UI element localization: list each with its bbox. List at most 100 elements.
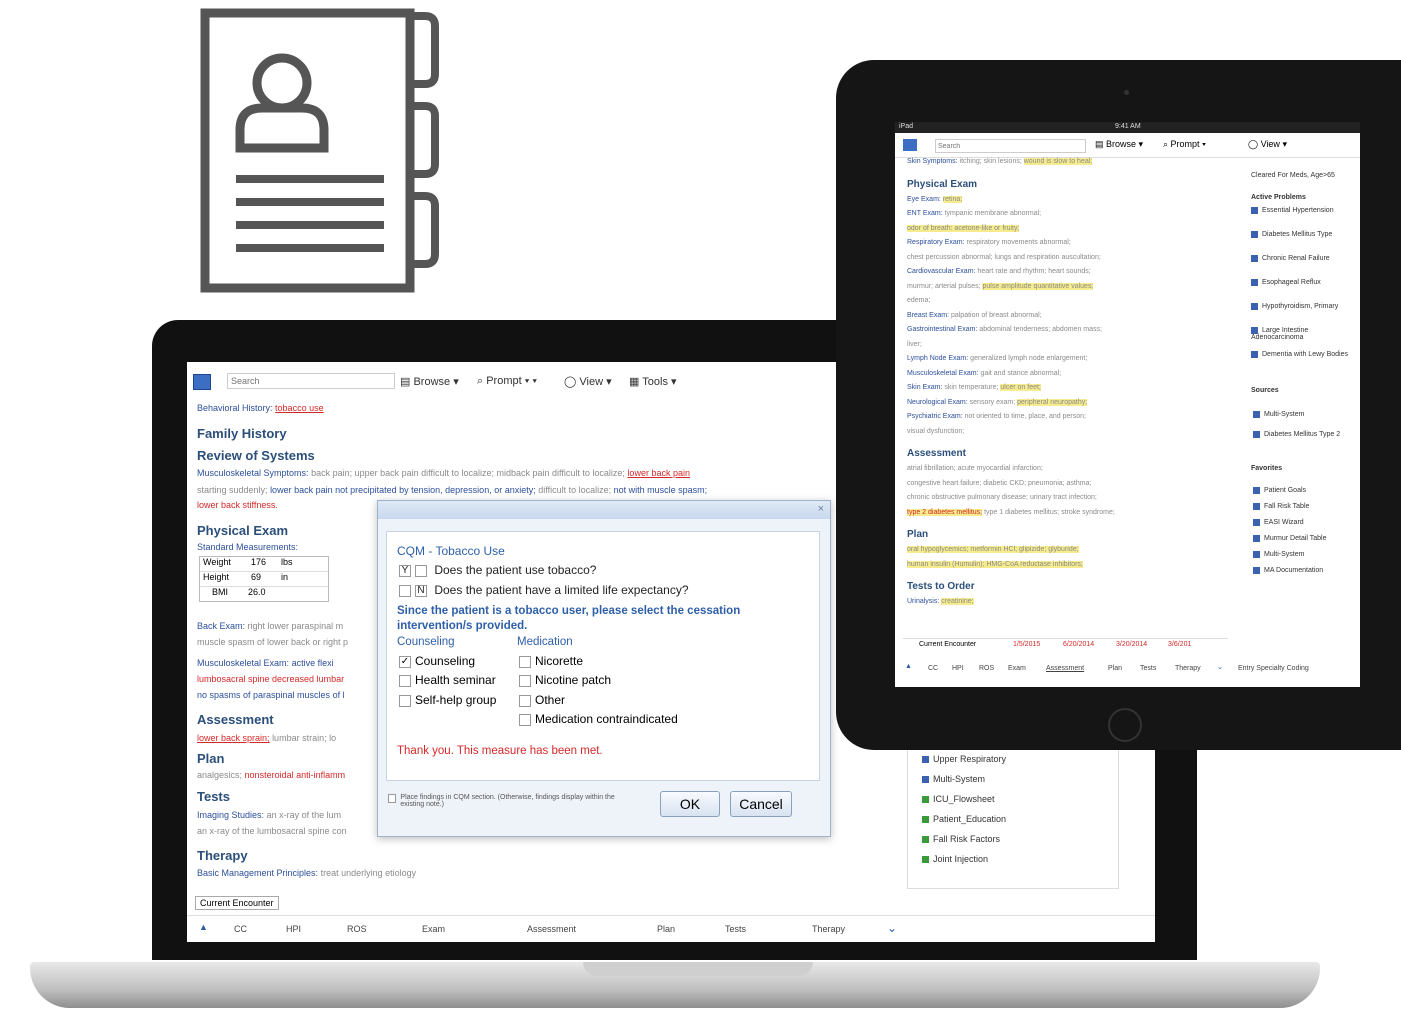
plan-gray[interactable]: analgesics; xyxy=(197,770,242,780)
physical-exam-heading[interactable]: Physical Exam xyxy=(197,523,288,538)
nicorette-option[interactable]: Nicorette xyxy=(519,654,583,668)
prompt-button[interactable]: ⌕ Prompt ▾ xyxy=(1163,139,1206,150)
highlighted-finding[interactable]: human insulin (Humulin); HMG-CoA reducta… xyxy=(907,560,1083,568)
finding-text[interactable]: gait and stance abnormal; xyxy=(981,370,1062,377)
checkbox[interactable] xyxy=(519,694,531,707)
favorite-item[interactable]: Murmur Detail Table xyxy=(1253,535,1353,542)
ros-heading[interactable]: Review of Systems xyxy=(197,448,315,463)
finding-text[interactable]: heart rate and rhythm; heart sounds; xyxy=(977,268,1090,275)
tab-tests[interactable]: Tests xyxy=(725,924,746,934)
chevron-down-icon[interactable]: ⌄ xyxy=(887,921,897,935)
tab-exam[interactable]: Exam xyxy=(1008,665,1026,672)
plan-red[interactable]: nonsteroidal anti-inflamm xyxy=(245,770,346,780)
tab-cc[interactable]: CC xyxy=(928,665,938,672)
tab-assessment[interactable]: Assessment xyxy=(527,924,576,934)
search-input[interactable] xyxy=(227,373,395,389)
finding-text[interactable]: murmur; arterial pulses; xyxy=(907,283,981,290)
tab-therapy[interactable]: Therapy xyxy=(1175,665,1201,672)
highlighted-finding[interactable]: oral hypoglycemics; metformin HCl; glipi… xyxy=(907,546,1079,553)
panel-item[interactable]: Fall Risk Factors xyxy=(922,834,1000,844)
favorite-item[interactable]: EASI Wizard xyxy=(1253,519,1353,526)
finding-text[interactable]: congestive heart failure; diabetic CKD; … xyxy=(907,480,1091,487)
highlighted-finding[interactable]: odor of breath: acetone-like or fruity; xyxy=(907,224,1020,232)
finding-text[interactable]: tympanic membrane abnormal; xyxy=(945,210,1042,217)
favorite-item[interactable]: MA Documentation xyxy=(1253,567,1353,574)
problem-item[interactable]: Chronic Renal Failure xyxy=(1251,255,1351,262)
checked-checkbox[interactable]: ✓ xyxy=(399,655,411,668)
tab-tests[interactable]: Tests xyxy=(1140,665,1156,672)
finding-text[interactable]: generalized lymph node enlargement; xyxy=(970,355,1087,362)
imaging-line2[interactable]: an x-ray of the lumbosacral spine con xyxy=(197,826,347,836)
yes-checkbox[interactable]: Y xyxy=(399,564,411,577)
tests-heading[interactable]: Tests xyxy=(197,789,230,804)
msk-exam-text[interactable]: active flexi xyxy=(292,658,334,668)
vital-value[interactable]: 69 xyxy=(251,572,281,586)
msk-line2-text[interactable]: starting suddenly; xyxy=(197,485,268,495)
health-seminar-option[interactable]: Health seminar xyxy=(399,673,496,687)
favorite-item[interactable]: Patient Goals xyxy=(1253,487,1353,494)
msk-line2-gray[interactable]: difficult to localize; xyxy=(538,485,611,495)
checkbox[interactable] xyxy=(399,694,411,707)
problem-item[interactable]: Esophageal Reflux xyxy=(1251,279,1351,286)
current-encounter-tab[interactable]: Current Encounter xyxy=(195,896,279,910)
no-checkbox[interactable] xyxy=(415,564,427,577)
assessment-gray[interactable]: lumbar strain; lo xyxy=(272,733,336,743)
basic-mgmt-text[interactable]: treat underlying etiology xyxy=(321,868,417,878)
encounter-date[interactable]: 6/20/2014 xyxy=(1063,641,1094,648)
heading-text[interactable]: Tests to Order xyxy=(907,581,975,592)
highlighted-finding[interactable]: pulse amplitude quantitative values; xyxy=(982,282,1094,290)
checkbox[interactable] xyxy=(519,713,531,726)
highlighted-finding[interactable]: retina; xyxy=(942,195,963,203)
heading-text[interactable]: Assessment xyxy=(907,448,966,459)
finding-text[interactable]: chronic obstructive pulmonary disease; u… xyxy=(907,494,1097,501)
encounter-date[interactable]: 3/20/2014 xyxy=(1116,641,1147,648)
tab-assessment[interactable]: Assessment xyxy=(1046,665,1084,672)
tab-plan[interactable]: Plan xyxy=(657,924,675,934)
msk-line2-link[interactable]: lower back pain not precipitated by tens… xyxy=(270,485,536,495)
highlighted-finding[interactable]: creatinine; xyxy=(941,598,974,605)
collapse-up-icon[interactable]: ▲ xyxy=(905,663,912,670)
view-button[interactable]: ◯ View ▾ xyxy=(1248,139,1287,150)
tab-exam[interactable]: Exam xyxy=(422,924,445,934)
problem-item[interactable]: Diabetes Mellitus Type xyxy=(1251,231,1351,238)
problem-item[interactable]: Essential Hypertension xyxy=(1251,207,1351,214)
tools-button[interactable]: ▦ Tools ▾ xyxy=(629,375,677,388)
finding-text[interactable]: itching; skin lesions; xyxy=(960,158,1022,165)
prompt-button[interactable]: ⌕ Prompt ▾ ▾ xyxy=(477,375,537,388)
yes-checkbox[interactable] xyxy=(399,584,411,597)
cancel-button[interactable]: Cancel xyxy=(730,791,792,817)
finding-text[interactable]: edema; xyxy=(907,297,930,304)
app-menu-icon[interactable] xyxy=(903,139,917,151)
tab-hpi[interactable]: HPI xyxy=(952,665,964,672)
favorite-item[interactable]: Fall Risk Table xyxy=(1253,503,1353,510)
back-exam-text[interactable]: right lower paraspinal m xyxy=(248,621,344,631)
contraindicated-option[interactable]: Medication contraindicated xyxy=(519,712,678,726)
self-help-option[interactable]: Self-help group xyxy=(399,693,496,707)
problem-item[interactable]: Dementia with Lewy Bodies xyxy=(1251,351,1351,358)
plan-heading[interactable]: Plan xyxy=(197,751,224,766)
finding-text[interactable]: atrial fibrillation; acute myocardial in… xyxy=(907,465,1043,472)
encounter-date[interactable]: 3/6/201 xyxy=(1168,641,1191,648)
ok-button[interactable]: OK xyxy=(660,791,720,817)
back-exam-line2[interactable]: muscle spasm of lower back or right p xyxy=(197,637,348,647)
checkbox[interactable] xyxy=(399,674,411,687)
finding-text[interactable]: not oriented to time, place, and person; xyxy=(965,413,1086,420)
tab-cc[interactable]: CC xyxy=(234,924,247,934)
encounter-date[interactable]: 1/5/2015 xyxy=(1013,641,1040,648)
home-button[interactable] xyxy=(1108,708,1142,742)
checkbox[interactable] xyxy=(519,655,531,668)
finding-text[interactable]: type 1 diabetes mellitus; stroke syndrom… xyxy=(984,509,1115,516)
msk-exam-red[interactable]: lumbosacral spine decreased lumbar xyxy=(197,674,344,684)
msk-symptoms-text[interactable]: back pain; upper back pain difficult to … xyxy=(311,468,625,478)
panel-item[interactable]: Multi-System xyxy=(922,774,985,784)
assessment-heading[interactable]: Assessment xyxy=(197,712,274,727)
problem-item[interactable]: Hypothyroidism, Primary xyxy=(1251,303,1351,310)
no-checkbox[interactable]: N xyxy=(415,584,427,597)
counseling-option[interactable]: ✓ Counseling xyxy=(399,654,475,668)
assessment-red[interactable]: lower back sprain; xyxy=(197,733,270,743)
panel-item[interactable]: Upper Respiratory xyxy=(922,754,1006,764)
msk-exam-line3[interactable]: no spasms of paraspinal muscles of l xyxy=(197,690,345,700)
highlighted-finding[interactable]: type 2 diabetes mellitus; xyxy=(907,508,983,516)
source-item[interactable]: Multi-System xyxy=(1253,411,1353,418)
msk-line3[interactable]: lower back stiffness. xyxy=(197,500,278,510)
